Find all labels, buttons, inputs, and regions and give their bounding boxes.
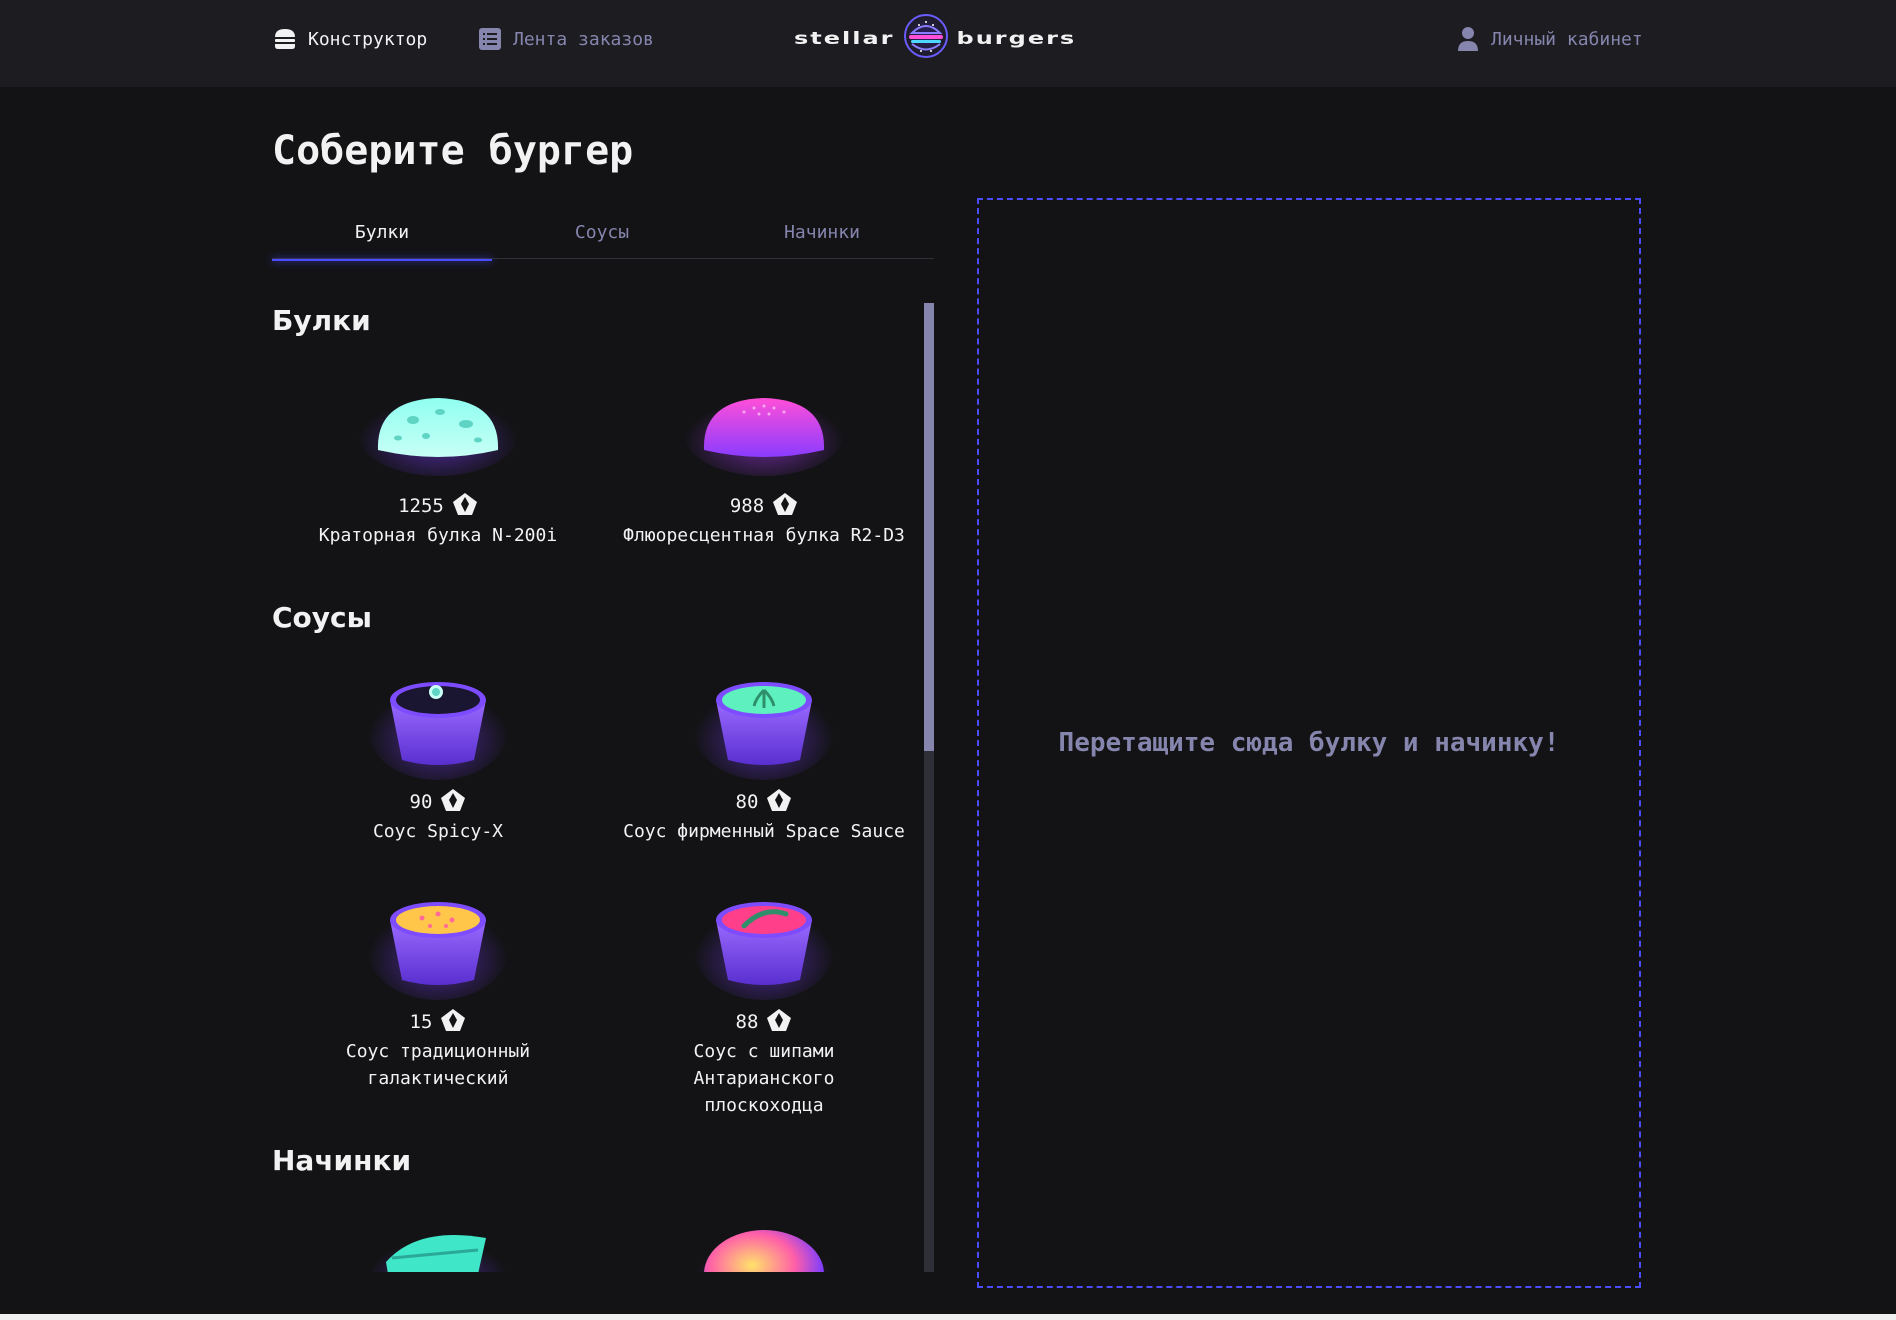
tab-fillings[interactable]: Начинки [712, 206, 932, 259]
ingredient-name: Краторная булка N-200i [318, 525, 558, 546]
ingredient-card[interactable]: 15 Соус традиционный галактический [293, 880, 583, 1092]
currency-icon [452, 492, 478, 521]
logo-planet-icon [903, 11, 949, 65]
scrollbar-thumb[interactable] [924, 303, 934, 751]
ingredient-card[interactable]: 90 Соус Spicy-X [293, 660, 583, 845]
ingredients-list[interactable]: Булки 1255 Краторная булка N-200i 988 Фл… [272, 290, 934, 1272]
ingredient-card[interactable]: 80 Соус фирменный Space Sauce [619, 660, 909, 845]
ingredient-card[interactable] [293, 1202, 583, 1272]
user-icon [1455, 26, 1481, 52]
logo-text-left: stellar [794, 27, 895, 49]
ingredient-name-line-1: Соус с шипами Антарианского [693, 1041, 835, 1089]
price-value: 90 [409, 791, 433, 813]
ingredient-name: Соус с шипами Антарианского плоскоходца [619, 1038, 909, 1119]
currency-icon [766, 1008, 792, 1037]
crater-bun-image [318, 364, 558, 484]
currency-icon [440, 788, 466, 817]
price-value: 1255 [398, 495, 444, 517]
currency-icon [440, 1008, 466, 1037]
price: 1255 [293, 492, 583, 520]
sauce-antarian-image [644, 880, 884, 1000]
bottom-divider [0, 1314, 1896, 1320]
price-value: 988 [729, 495, 765, 517]
price: 988 [619, 492, 909, 520]
ingredient-card[interactable] [619, 1202, 909, 1272]
ingredient-card[interactable]: 1255 Краторная булка N-200i [293, 364, 583, 549]
currency-icon [772, 492, 798, 521]
price-value: 88 [735, 1011, 759, 1033]
ingredient-name: Флюоресцентная булка R2-D3 [623, 525, 905, 546]
ingredient-name-line-2: галактический [367, 1068, 509, 1089]
price: 88 [619, 1008, 909, 1036]
price-value: 80 [735, 791, 759, 813]
nav-profile-label: Личный кабинет [1491, 28, 1643, 50]
burger-constructor-dropzone[interactable]: Перетащите сюда булку и начинку! [977, 198, 1641, 1288]
price: 90 [293, 788, 583, 816]
price: 15 [293, 1008, 583, 1036]
logo-text-right: burgers [956, 27, 1077, 49]
stellar-burgers-logo[interactable]: stellar burgers [794, 10, 1076, 66]
ingredient-card[interactable]: 988 Флюоресцентная булка R2-D3 [619, 364, 909, 549]
section-title-buns: Булки [272, 304, 371, 337]
nav-feed-label: Лента заказов [513, 28, 654, 50]
price-value: 15 [409, 1011, 433, 1033]
ingredient-name: Соус фирменный Space Sauce [623, 821, 905, 842]
tab-buns[interactable]: Булки [272, 206, 492, 261]
ingredient-name: Соус Spicy-X [372, 821, 504, 842]
list-icon [477, 26, 503, 52]
fluorescent-bun-image [644, 364, 884, 484]
tab-sauces[interactable]: Соусы [492, 206, 712, 259]
ingredient-card[interactable]: 88 Соус с шипами Антарианского плоскоход… [619, 880, 909, 1119]
price: 80 [619, 788, 909, 816]
ingredient-name-line-2: плоскоходца [704, 1095, 824, 1116]
page-title: Соберите бургер [272, 128, 634, 174]
filling-image [644, 1202, 884, 1272]
section-title-fillings: Начинки [272, 1144, 412, 1177]
nav-feed-link[interactable]: Лента заказов [477, 0, 654, 78]
filling-image [318, 1202, 558, 1272]
app-header: Конструктор Лента заказов stellar burger… [0, 0, 1896, 87]
sauce-traditional-image [318, 880, 558, 1000]
currency-icon [766, 788, 792, 817]
dropzone-empty-text: Перетащите сюда булку и начинку! [1058, 728, 1560, 758]
sauce-spicy-x-image [318, 660, 558, 780]
ingredient-name: Соус традиционный галактический [293, 1038, 583, 1092]
ingredient-tabs: Булки Соусы Начинки [272, 206, 934, 261]
ingredient-name-line-1: Соус традиционный [345, 1041, 531, 1062]
nav-profile-link[interactable]: Личный кабинет [1455, 0, 1643, 78]
burger-icon [272, 26, 298, 52]
sauce-space-sauce-image [644, 660, 884, 780]
nav-constructor-label: Конструктор [308, 28, 428, 50]
section-title-sauces: Соусы [272, 601, 372, 634]
nav-constructor-link[interactable]: Конструктор [272, 0, 427, 78]
